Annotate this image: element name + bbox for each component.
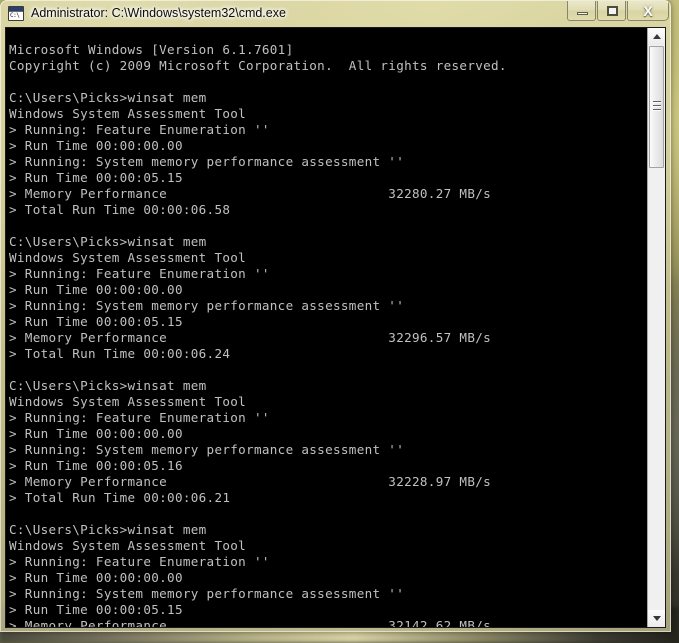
minimize-icon bbox=[577, 12, 588, 15]
cmd-console-icon-text: C:\ bbox=[10, 12, 20, 19]
minimize-button[interactable] bbox=[567, 1, 596, 21]
chevron-up-icon bbox=[653, 34, 661, 39]
maximize-button[interactable] bbox=[597, 1, 626, 21]
cmd-console-icon: C:\ bbox=[8, 6, 24, 21]
scrollbar-grip-icon bbox=[653, 101, 661, 111]
window-titlebar[interactable]: C:\ Administrator: C:\Windows\system32\c… bbox=[0, 0, 671, 27]
cmd-window[interactable]: C:\ Administrator: C:\Windows\system32\c… bbox=[0, 0, 671, 632]
window-title: Administrator: C:\Windows\system32\cmd.e… bbox=[31, 6, 286, 20]
chevron-down-icon bbox=[653, 616, 661, 621]
scrollbar-thumb[interactable] bbox=[649, 46, 664, 168]
console-client-area[interactable]: Microsoft Windows [Version 6.1.7601] Cop… bbox=[5, 27, 666, 628]
maximize-icon bbox=[607, 6, 618, 16]
console-scrollbar[interactable] bbox=[647, 28, 665, 627]
scroll-up-button[interactable] bbox=[648, 28, 665, 45]
close-icon: X bbox=[643, 3, 653, 19]
scroll-down-button[interactable] bbox=[648, 610, 665, 627]
close-button[interactable]: X bbox=[627, 1, 669, 21]
console-output: Microsoft Windows [Version 6.1.7601] Cop… bbox=[9, 41, 507, 628]
